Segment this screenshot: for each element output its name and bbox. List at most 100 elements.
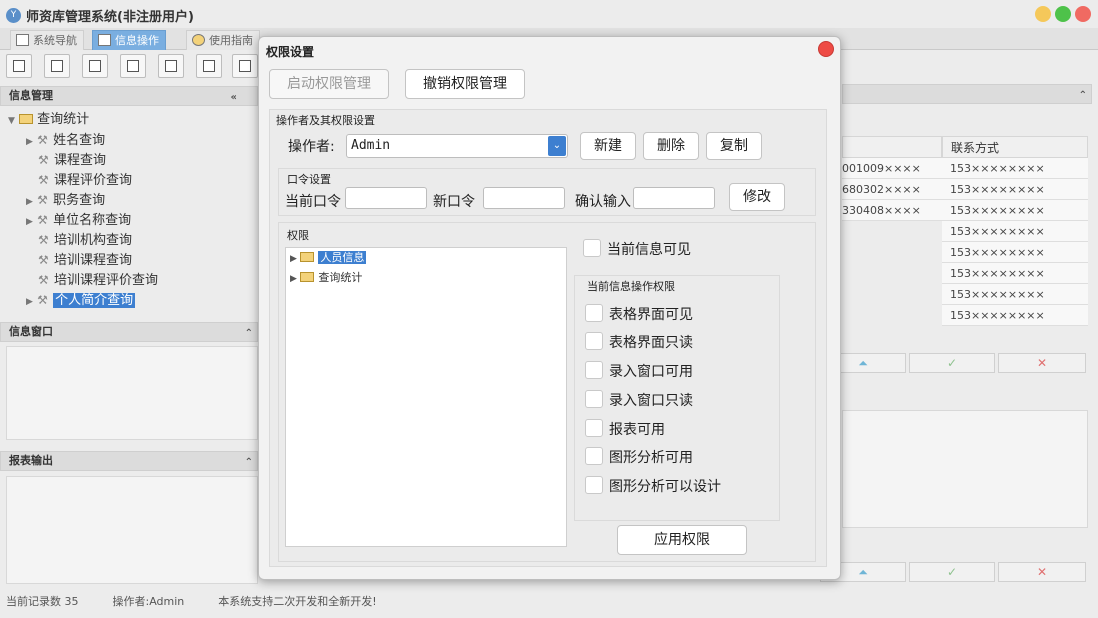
- tree-node-train-eval-query[interactable]: ⚒ 培训课程评价查询: [38, 270, 158, 290]
- operator-select[interactable]: Admin ⌄: [346, 134, 568, 158]
- app-logo-icon: Y: [6, 8, 21, 23]
- cancel-button[interactable]: ✕: [998, 353, 1086, 373]
- collapse-up-icon[interactable]: ⌃: [245, 325, 253, 343]
- search-button[interactable]: [6, 54, 32, 78]
- entry-enabled-checkbox[interactable]: [585, 361, 603, 379]
- current-password-input[interactable]: [345, 187, 427, 209]
- apply-permission-button[interactable]: 应用权限: [617, 525, 747, 555]
- wrench-icon: ⚒: [37, 193, 48, 207]
- info-window-area: [6, 346, 258, 440]
- grid-cell[interactable]: 330408××××: [842, 200, 942, 221]
- user-button[interactable]: [120, 54, 146, 78]
- dialog-close-button[interactable]: [818, 41, 834, 57]
- document-button[interactable]: [82, 54, 108, 78]
- ops-label: 图形分析可用: [609, 450, 693, 466]
- grid-header-contact: 联系方式: [942, 136, 1088, 158]
- new-operator-button[interactable]: 新建: [580, 132, 636, 160]
- perm-node-query-stats[interactable]: ▶ 查询统计: [290, 268, 362, 288]
- current-password-label: 当前口令: [285, 194, 341, 210]
- tree-node-label: 课程查询: [54, 153, 107, 168]
- entry-readonly-checkbox[interactable]: [585, 390, 603, 408]
- tab-info-ops[interactable]: 信息操作: [92, 30, 166, 50]
- tree-node-name-query[interactable]: ▶ ⚒ 姓名查询: [26, 130, 105, 150]
- user-icon: [127, 60, 139, 72]
- window-button[interactable]: [158, 54, 184, 78]
- tree-node-unit-query[interactable]: ▶ ⚒ 单位名称查询: [26, 210, 131, 230]
- operator-group-title: 操作者及其权限设置: [276, 114, 375, 127]
- print-icon: [239, 60, 251, 72]
- grid-cell[interactable]: 153××××××××: [942, 305, 1088, 326]
- tab-label: 使用指南: [209, 34, 253, 47]
- export-button[interactable]: [196, 54, 222, 78]
- panel-title: 信息管理: [9, 89, 53, 102]
- close-button[interactable]: [1075, 6, 1091, 22]
- tab-guide[interactable]: 使用指南: [186, 30, 260, 50]
- table-readonly-checkbox[interactable]: [585, 332, 603, 350]
- chart-design-checkbox[interactable]: [585, 476, 603, 494]
- tab-label: 信息操作: [115, 34, 159, 47]
- report-enabled-checkbox[interactable]: [585, 419, 603, 437]
- ops-permission-group: 当前信息操作权限 表格界面可见 表格界面只读 录入窗口可用 录入窗口只读 报表可…: [574, 275, 780, 521]
- tree-node-profile-query[interactable]: ▶ ⚒ 个人简介查询: [26, 290, 136, 310]
- collapse-left-icon[interactable]: «: [231, 89, 237, 107]
- chart-enabled-checkbox[interactable]: [585, 447, 603, 465]
- tree-node-label: 查询统计: [37, 112, 90, 127]
- confirm-password-input[interactable]: [633, 187, 715, 209]
- confirm-button-2[interactable]: ✓: [909, 562, 995, 582]
- grid-cell[interactable]: 680302××××: [842, 179, 942, 200]
- tree-node-label: 培训课程评价查询: [54, 273, 159, 288]
- ops-label: 录入窗口只读: [609, 393, 693, 409]
- tree-node-train-course-query[interactable]: ⚒ 培训课程查询: [38, 250, 132, 270]
- panel-title: 信息窗口: [9, 325, 53, 338]
- print-button[interactable]: [232, 54, 258, 78]
- ops-group-title: 当前信息操作权限: [587, 280, 675, 293]
- cancel-button-2[interactable]: ✕: [998, 562, 1086, 582]
- grid-header-cell: [842, 136, 942, 158]
- copy-operator-button[interactable]: 复制: [706, 132, 762, 160]
- tree-node-org-query[interactable]: ⚒ 培训机构查询: [38, 230, 132, 250]
- collapse-up-icon[interactable]: ⌃: [245, 454, 253, 472]
- right-panel-header: ⌃: [842, 84, 1092, 104]
- wrench-icon: ⚒: [37, 133, 48, 147]
- tree-node-position-query[interactable]: ▶ ⚒ 职务查询: [26, 190, 105, 210]
- collapsed-arrow-icon: ▶: [26, 217, 33, 227]
- maximize-button[interactable]: [1055, 6, 1071, 22]
- panel-title: 报表输出: [9, 454, 53, 467]
- folder-icon: [19, 114, 34, 124]
- confirm-button[interactable]: ✓: [909, 353, 995, 373]
- tree-node-course-eval-query[interactable]: ⚒ 课程评价查询: [38, 170, 132, 190]
- grid-cell[interactable]: 153××××××××: [942, 284, 1088, 305]
- grid-cell[interactable]: 153××××××××: [942, 158, 1088, 179]
- compass-icon: [192, 34, 205, 46]
- grid-cell[interactable]: 153××××××××: [942, 221, 1088, 242]
- chevron-down-icon[interactable]: ⌄: [548, 136, 566, 156]
- collapse-up-icon[interactable]: ⌃: [1079, 87, 1087, 105]
- grid-cell[interactable]: 001009××××: [842, 158, 942, 179]
- tab-system-nav[interactable]: 系统导航: [10, 30, 84, 50]
- grid-icon: [98, 34, 111, 46]
- folder-icon: [300, 252, 315, 262]
- dialog-title: 权限设置: [266, 45, 315, 59]
- grid-cell[interactable]: 153××××××××: [942, 263, 1088, 284]
- revoke-permission-button[interactable]: 撤销权限管理: [405, 69, 525, 99]
- table-visible-checkbox[interactable]: [585, 304, 603, 322]
- new-password-label: 新口令: [433, 194, 475, 210]
- ops-label: 报表可用: [609, 422, 665, 438]
- new-password-input[interactable]: [483, 187, 565, 209]
- grid-cell[interactable]: 153××××××××: [942, 242, 1088, 263]
- tree-node-query-stats[interactable]: ▼ 查询统计: [8, 110, 89, 130]
- enable-permission-button[interactable]: 启动权限管理: [269, 69, 389, 99]
- list-button[interactable]: [44, 54, 70, 78]
- modify-password-button[interactable]: 修改: [729, 183, 785, 211]
- minimize-button[interactable]: [1035, 6, 1051, 22]
- wrench-icon: ⚒: [38, 253, 49, 267]
- search-icon: [13, 60, 25, 72]
- perm-node-personnel[interactable]: ▶ 人员信息: [290, 248, 367, 268]
- grid-cell[interactable]: 153××××××××: [942, 200, 1088, 221]
- collapsed-arrow-icon: ▶: [26, 137, 33, 147]
- app-title: 师资库管理系统(非注册用户): [26, 10, 194, 25]
- tree-node-course-query[interactable]: ⚒ 课程查询: [38, 150, 106, 170]
- grid-cell[interactable]: 153××××××××: [942, 179, 1088, 200]
- delete-operator-button[interactable]: 删除: [643, 132, 699, 160]
- current-info-visible-checkbox[interactable]: [583, 239, 601, 257]
